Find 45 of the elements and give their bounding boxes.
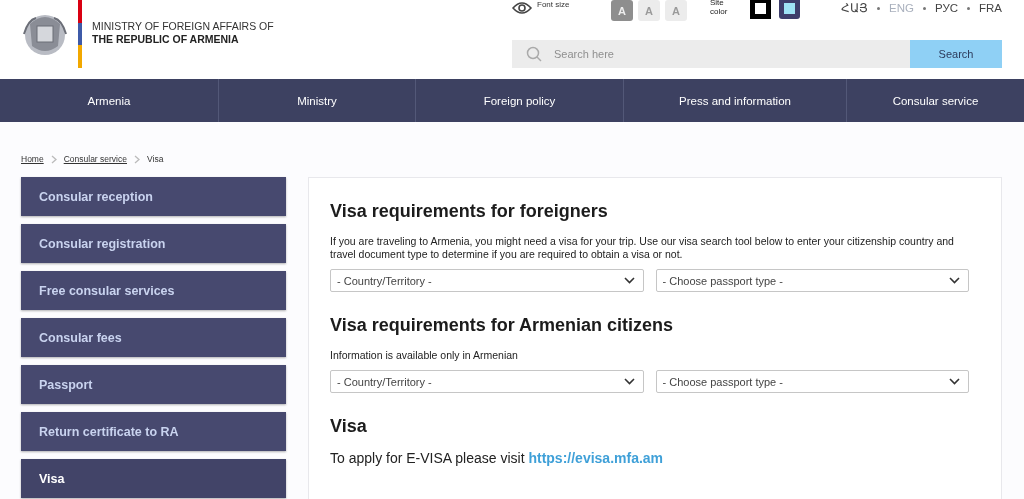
chevron-down-icon <box>949 378 960 385</box>
sidebar-item[interactable]: Passport <box>21 365 286 404</box>
info-text: To apply for E-VISA please visit <box>330 450 526 466</box>
eye-icon <box>512 1 532 15</box>
font-size-label: Font size <box>537 0 571 9</box>
section-heading: Visa requirements for Armenian citizens <box>330 314 675 337</box>
dropdown[interactable]: - Country/Territory - <box>330 269 644 292</box>
info-text: Information is available only in Armenian <box>330 349 519 362</box>
nav-item[interactable]: Consular service <box>847 79 1024 122</box>
sidebar-item[interactable]: Consular reception <box>21 177 286 216</box>
language-link[interactable]: ՀԱՅ <box>841 1 869 15</box>
flag-stripe-icon <box>78 0 82 68</box>
nav-item[interactable]: Press and information <box>624 79 847 122</box>
section-heading: Visa requirements for foreigners <box>330 200 609 223</box>
chevron-icon <box>50 154 57 164</box>
nav-item[interactable]: Foreign policy <box>416 79 624 122</box>
language-link[interactable]: РУС <box>934 2 958 14</box>
section-heading: Visa <box>330 415 368 438</box>
nav-item[interactable]: Ministry <box>219 79 416 122</box>
sidebar-item[interactable]: Visa <box>21 459 286 498</box>
site-color-label: Site color <box>710 0 729 16</box>
ministry-name: MINISTRY OF FOREIGN AFFAIRS OF <box>92 20 274 33</box>
sidebar-item[interactable]: Consular registration <box>21 224 286 263</box>
dropdown[interactable]: - Country/Territory - <box>330 370 644 393</box>
dropdown[interactable]: - Choose passport type - <box>655 370 969 393</box>
site-color-swatch[interactable] <box>750 0 771 19</box>
ministry-name: THE REPUBLIC OF ARMENIA <box>92 33 240 46</box>
search-button[interactable]: Search <box>910 40 1002 68</box>
site-color-swatch[interactable] <box>779 0 800 19</box>
breadcrumb-current: Visa <box>147 154 164 164</box>
breadcrumb-link[interactable]: Home <box>21 154 44 164</box>
search-field[interactable]: Search here <box>512 40 910 68</box>
chevron-down-icon <box>949 277 960 284</box>
sidebar-item[interactable]: Consular fees <box>21 318 286 357</box>
info-text: If you are traveling to Armenia, you might need a visa for your trip. Use our visa search tool below to enter your citizenship country and travel document type to determine if you are required to obtain a visa or not. <box>330 235 955 261</box>
sidebar-item[interactable]: Return certificate to RA <box>21 412 286 451</box>
breadcrumb-link[interactable]: Consular service <box>63 154 127 164</box>
language-link[interactable]: FRA <box>979 2 1002 14</box>
chevron-down-icon <box>623 378 635 385</box>
chevron-icon <box>134 154 140 164</box>
search-icon <box>526 46 542 62</box>
nav-item[interactable]: Armenia <box>0 79 219 122</box>
dropdown[interactable]: - Choose passport type - <box>655 269 969 292</box>
sidebar-item[interactable]: Free consular services <box>21 271 286 310</box>
chevron-down-icon <box>623 277 635 284</box>
